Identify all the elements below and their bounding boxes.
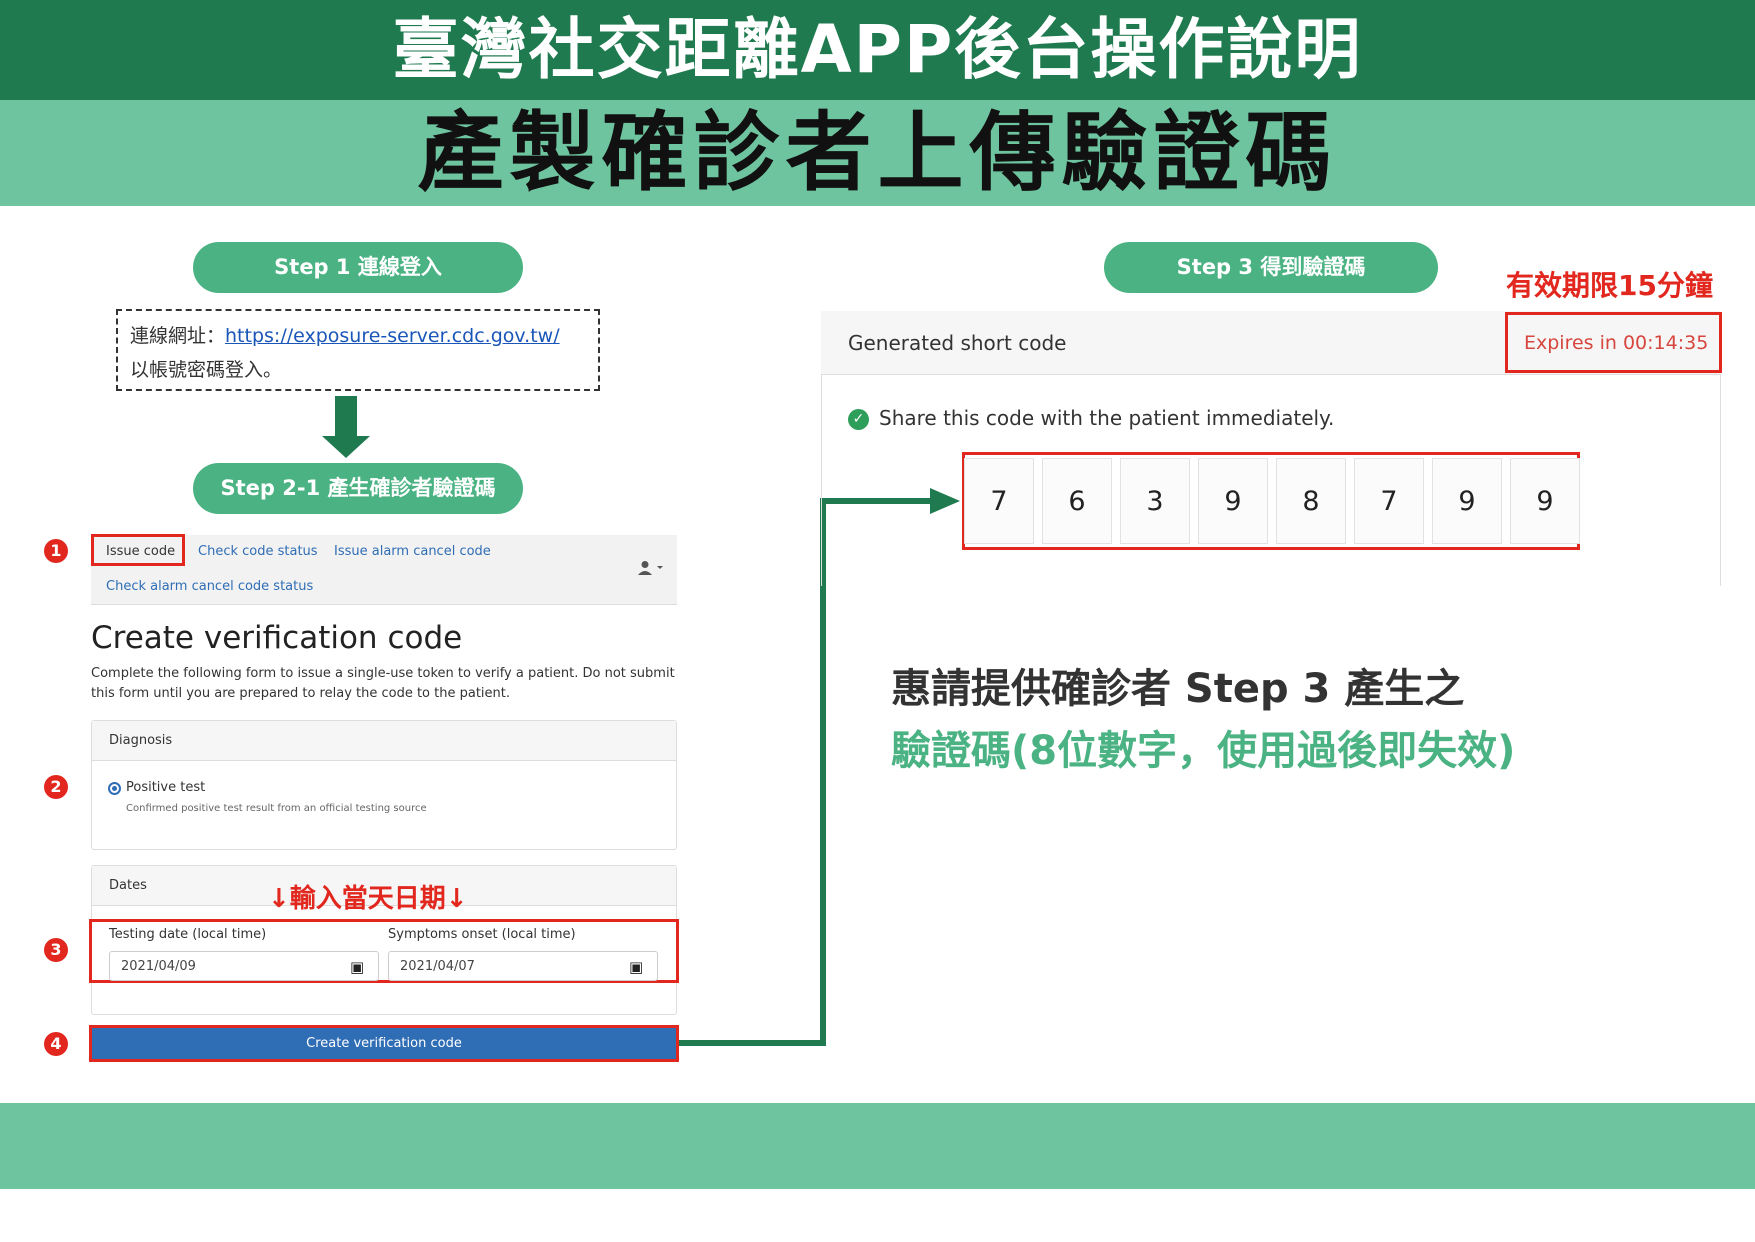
testing-date-value: 2021/04/09 [121,959,196,974]
validity-note: 有效期限15分鐘 [1506,269,1713,302]
step3-pill: Step 3 得到驗證碼 [1104,242,1438,293]
symptoms-onset-label: Symptoms onset (local time) [388,927,576,942]
calendar-icon[interactable]: ▣ [629,952,643,982]
code-digit: 6 [1042,458,1112,544]
code-digit: 3 [1120,458,1190,544]
symptoms-onset-input[interactable]: 2021/04/07 ▣ [388,951,658,981]
issue-code-highlight [91,534,185,566]
page-title: 臺灣社交距離APP後台操作說明 [392,11,1363,88]
marker-4: 4 [44,1032,68,1056]
code-digit: 9 [1198,458,1268,544]
code-digit: 8 [1276,458,1346,544]
positive-test-help: Confirmed positive test result from an o… [126,803,427,814]
symptoms-onset-value: 2021/04/07 [400,959,475,974]
form-title: Create verification code [91,620,463,656]
radio-selected-dot [112,786,117,791]
url-box: 連線網址：https://exposure-server.cdc.gov.tw/… [116,309,600,391]
nav-check-alarm-cancel-status[interactable]: Check alarm cancel code status [106,579,313,594]
form-description: Complete the following form to issue a s… [91,666,675,701]
diagnosis-header: Diagnosis [92,721,676,761]
positive-test-label: Positive test [126,780,206,795]
marker-3: 3 [44,938,68,962]
generated-code-title: Generated short code [848,331,1067,355]
connector-horizontal [679,1040,826,1046]
down-arrow-head [322,436,370,458]
step1-pill: Step 1 連線登入 [193,242,523,293]
date-instruction-note: ↓輸入當天日期↓ [268,884,468,914]
create-verification-code-button[interactable]: Create verification code [89,1025,679,1062]
calendar-icon[interactable]: ▣ [350,952,364,982]
down-arrow-icon [335,396,357,438]
instruction-line-2: 驗證碼(8位數字，使用過後即失效) [891,728,1516,774]
code-digit: 7 [964,458,1034,544]
testing-date-label: Testing date (local time) [109,927,267,942]
code-digit: 9 [1432,458,1502,544]
check-circle-icon: ✓ [848,409,869,430]
url-prefix: 連線網址： [130,325,226,347]
testing-date-input[interactable]: 2021/04/09 ▣ [109,951,379,981]
marker-1: 1 [44,539,68,563]
user-menu-icon[interactable] [637,560,669,578]
footer-band [0,1103,1755,1189]
instruction-line-1: 惠請提供確診者 Step 3 產生之 [891,666,1465,712]
code-digit: 7 [1354,458,1424,544]
code-digit: 9 [1510,458,1580,544]
server-url-link[interactable]: https://exposure-server.cdc.gov.tw/ [225,325,560,347]
login-text: 以帳號密碼登入。 [130,359,283,381]
page-subtitle: 產製確診者上傳驗證碼 [417,103,1338,203]
marker-2: 2 [44,775,68,799]
nav-issue-alarm-cancel-code[interactable]: Issue alarm cancel code [334,544,491,559]
share-instruction: Share this code with the patient immedia… [879,406,1335,430]
expires-countdown: Expires in 00:14:35 [1524,332,1709,354]
nav-check-code-status[interactable]: Check code status [198,544,318,559]
step2-pill: Step 2-1 產生確診者驗證碼 [193,463,523,514]
